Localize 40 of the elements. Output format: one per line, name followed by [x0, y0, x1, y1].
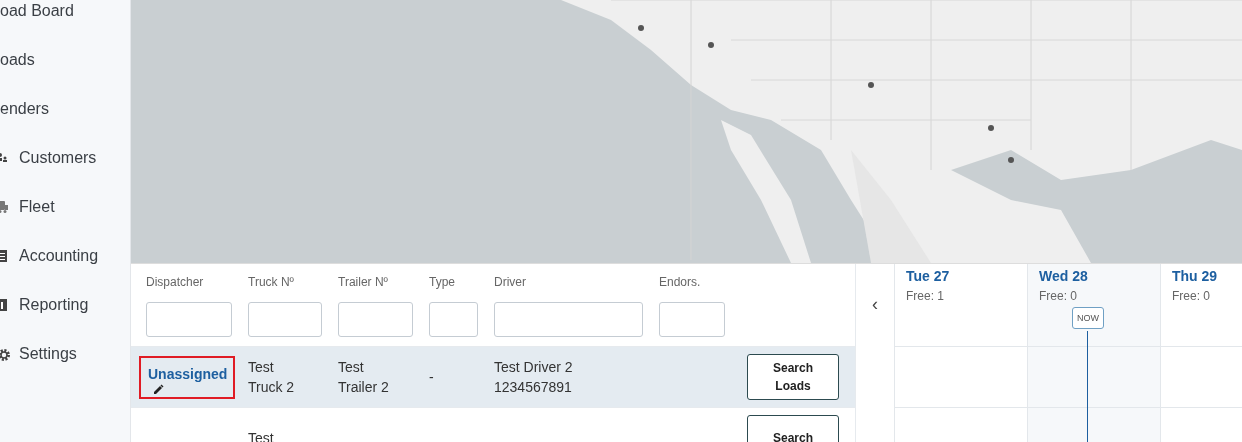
- column-header: Driver: [494, 275, 527, 290]
- filter-field[interactable]: [146, 302, 232, 337]
- table-row[interactable]: Unassigned Test Truck 2 Test Trailer 2 - Test Driver 2 1234567891 Search Loads: [131, 346, 855, 407]
- nav-item[interactable]: Accounting: [0, 246, 130, 295]
- filter-field[interactable]: [429, 302, 478, 337]
- nav-item[interactable]: oads: [0, 50, 130, 99]
- pencil-icon[interactable]: [153, 383, 164, 395]
- type-cell-text: -: [429, 368, 434, 387]
- column-header: Truck Nº: [248, 275, 295, 290]
- search-loads-button[interactable]: Search Loads: [747, 354, 839, 400]
- truck-icon: [0, 201, 8, 213]
- trailer-cell-text: Test Trailer 2: [338, 358, 389, 397]
- filter-field[interactable]: [659, 302, 725, 337]
- people-icon: [0, 152, 8, 162]
- free-count: Free: 0: [1172, 289, 1210, 303]
- filter-field[interactable]: [338, 302, 413, 337]
- nav-item[interactable]: Fleet: [0, 197, 130, 246]
- day-label: Tue 27: [906, 268, 950, 284]
- nav-item[interactable]: Settings: [0, 344, 130, 393]
- nav-item[interactable]: enders: [0, 99, 130, 148]
- previous-button[interactable]: ‹: [872, 294, 878, 316]
- nav-item[interactable]: Customers: [0, 148, 130, 197]
- column-header: Trailer Nº: [338, 275, 389, 290]
- search-loads-button[interactable]: Search: [747, 415, 839, 442]
- truck-cell-text: Test Truck 2: [248, 358, 295, 397]
- column-header: Dispatcher: [146, 275, 205, 290]
- filter-field[interactable]: [248, 302, 322, 337]
- settings-icon: [0, 348, 10, 362]
- free-count: Free: 0: [1039, 289, 1077, 303]
- day-label: Thu 29: [1172, 268, 1218, 284]
- nav-item[interactable]: oad Board: [0, 1, 130, 50]
- driver-cell-text: Test Driver 2 1234567891: [494, 358, 573, 397]
- column-header: Endors.: [659, 275, 702, 290]
- now-badge: NOW: [1072, 307, 1104, 329]
- nav-item[interactable]: Reporting: [0, 295, 130, 344]
- day-label: Wed 28: [1039, 268, 1088, 284]
- filter-field[interactable]: [494, 302, 643, 337]
- free-count: Free: 1: [906, 289, 944, 303]
- column-header: Type: [429, 275, 456, 290]
- dispatcher-link[interactable]: Unassigned: [139, 355, 236, 399]
